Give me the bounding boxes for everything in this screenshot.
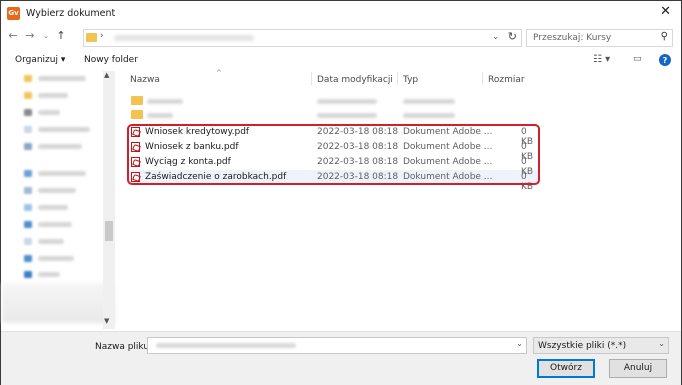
new-folder-button[interactable]: Nowy folder: [84, 55, 138, 65]
help-icon[interactable]: ?: [659, 54, 671, 66]
filename-label: Nazwa pliku:: [95, 342, 153, 352]
highlight-box: [127, 124, 540, 185]
scroll-down-icon[interactable]: ▼: [104, 317, 109, 325]
file-dialog: Gv Wybierz dokument ✕ ← → ⌄ ↑ › ⌄ ↻ Prze…: [0, 0, 682, 385]
column-divider[interactable]: [311, 72, 312, 85]
chevron-down-icon[interactable]: ⌄: [492, 32, 499, 41]
sort-ascending-icon: ^: [216, 69, 222, 77]
sidebar-scrollbar[interactable]: ▲ ▼: [103, 71, 115, 329]
filename-field[interactable]: ⌄: [147, 337, 527, 354]
up-arrow-icon[interactable]: ↑: [54, 29, 68, 42]
chevron-down-icon[interactable]: ⌄: [658, 339, 665, 348]
scroll-up-icon[interactable]: ▲: [104, 71, 109, 79]
blurred-name: [147, 113, 173, 118]
blurred-date: [317, 113, 377, 118]
cancel-button[interactable]: Anuluj: [609, 359, 667, 378]
column-divider[interactable]: [482, 72, 483, 85]
view-options-icon[interactable]: ☷ ▾: [593, 54, 610, 65]
sidebar-item[interactable]: [24, 91, 68, 99]
preview-pane-icon[interactable]: ▭: [633, 54, 642, 64]
folder-icon: [131, 110, 143, 119]
blurred-type: [403, 113, 455, 118]
folder-icon: [131, 96, 143, 105]
sidebar-item[interactable]: [24, 220, 72, 228]
filter-value: Wszystkie pliki (*.*): [538, 341, 627, 351]
forward-arrow-icon[interactable]: →: [23, 29, 37, 42]
sidebar-item[interactable]: [24, 169, 86, 177]
chevron-right-icon[interactable]: ›: [100, 31, 104, 41]
blurred-date: [317, 99, 377, 104]
folder-icon: [86, 33, 97, 42]
navigation-bar: ← → ⌄ ↑ › ⌄ ↻ Przeszukaj: Kursy ⚲: [1, 26, 681, 48]
column-size[interactable]: Rozmiar: [488, 75, 525, 85]
refresh-icon[interactable]: ↻: [508, 30, 517, 43]
window-title: Wybierz dokument: [26, 7, 116, 19]
column-name[interactable]: Nazwa: [130, 75, 160, 85]
navigation-pane[interactable]: [2, 71, 115, 329]
sidebar-item[interactable]: [24, 186, 76, 194]
close-icon[interactable]: ✕: [660, 4, 671, 19]
sidebar-item[interactable]: [24, 237, 64, 245]
sidebar-item[interactable]: [24, 74, 86, 82]
dialog-footer: Nazwa pliku: ⌄ Wszystkie pliki (*.*) ⌄ O…: [1, 331, 681, 385]
search-icon[interactable]: ⚲: [661, 31, 668, 42]
command-toolbar: Organizuj ▾ Nowy folder ☷ ▾ ▭ ?: [1, 51, 681, 71]
search-placeholder: Przeszukaj: Kursy: [533, 33, 612, 43]
search-input[interactable]: Przeszukaj: Kursy ⚲: [526, 29, 673, 47]
scrollbar-thumb[interactable]: [105, 221, 113, 241]
chevron-down-icon[interactable]: ⌄: [516, 339, 523, 348]
filename-value: [156, 343, 296, 348]
column-date[interactable]: Data modyfikacji: [317, 75, 393, 85]
back-arrow-icon[interactable]: ←: [6, 29, 20, 42]
open-button[interactable]: Otwórz: [537, 359, 595, 378]
file-type-filter[interactable]: Wszystkie pliki (*.*) ⌄: [533, 337, 669, 354]
address-bar[interactable]: › ⌄ ↻: [83, 29, 522, 47]
sidebar-item[interactable]: [24, 108, 60, 116]
sidebar-footer-area: [2, 283, 115, 323]
column-headers: ^ Nazwa Data modyfikacji Typ Rozmiar: [116, 69, 681, 87]
address-path: [114, 35, 254, 41]
sidebar-item[interactable]: [24, 203, 68, 211]
column-type[interactable]: Typ: [403, 75, 418, 85]
title-bar: Gv Wybierz dokument ✕: [1, 1, 681, 25]
sidebar-item[interactable]: [24, 254, 74, 262]
folder-row[interactable]: [125, 108, 540, 122]
folder-row[interactable]: [125, 94, 540, 108]
blurred-name: [147, 99, 183, 104]
organize-menu[interactable]: Organizuj ▾: [15, 55, 65, 65]
column-divider[interactable]: [397, 72, 398, 85]
recent-locations-chevron-icon[interactable]: ⌄: [39, 32, 53, 40]
blurred-type: [403, 99, 455, 104]
sidebar-item[interactable]: [24, 125, 90, 133]
app-icon: Gv: [7, 6, 20, 20]
sidebar-item[interactable]: [24, 270, 60, 278]
sidebar-item[interactable]: [24, 142, 82, 150]
